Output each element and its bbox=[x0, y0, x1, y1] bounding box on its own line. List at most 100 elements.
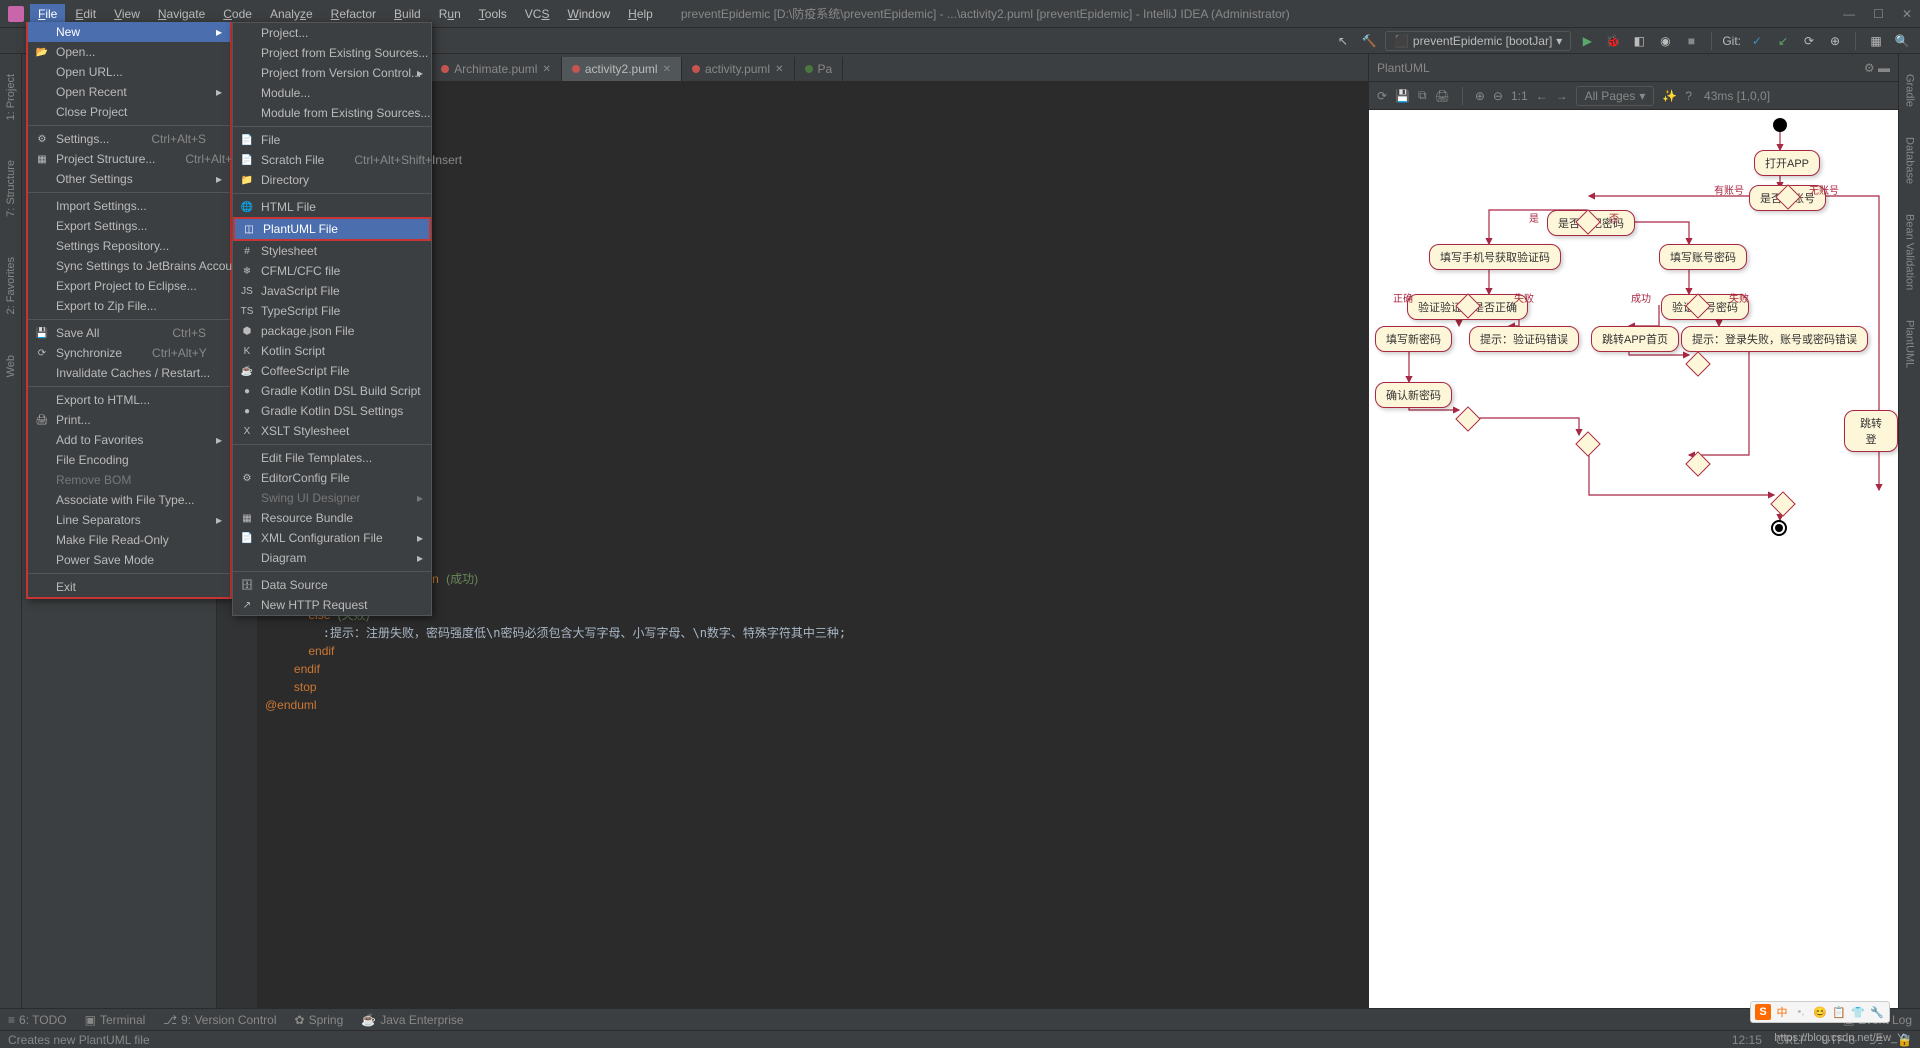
caret-position[interactable]: 12:15 bbox=[1732, 1033, 1762, 1047]
menu-item[interactable]: ↗New HTTP Request bbox=[233, 595, 431, 615]
menu-item[interactable]: Edit File Templates... bbox=[233, 448, 431, 468]
maximize-icon[interactable]: ☐ bbox=[1873, 7, 1884, 21]
menu-help[interactable]: Help bbox=[620, 4, 661, 24]
menu-edit[interactable]: Edit bbox=[67, 4, 104, 24]
copy-icon[interactable]: ⧉ bbox=[1418, 88, 1427, 103]
menu-item[interactable]: Remove BOM bbox=[28, 470, 230, 490]
menu-item[interactable]: Diagram▸ bbox=[233, 548, 431, 568]
tool-spring[interactable]: ✿ Spring bbox=[295, 1013, 344, 1027]
menu-window[interactable]: Window bbox=[559, 4, 618, 24]
pages-selector[interactable]: All Pages ▾ bbox=[1576, 86, 1655, 106]
menu-run[interactable]: Run bbox=[431, 4, 469, 24]
menu-item[interactable]: Line Separators▸ bbox=[28, 510, 230, 530]
tool-database[interactable]: Database bbox=[1904, 137, 1916, 184]
menu-item[interactable]: 📂Open... bbox=[28, 42, 230, 62]
menu-item[interactable]: Module from Existing Sources... bbox=[233, 103, 431, 123]
menu-item[interactable]: Add to Favorites▸ bbox=[28, 430, 230, 450]
menu-item[interactable]: KKotlin Script bbox=[233, 341, 431, 361]
menu-item[interactable]: 📄XML Configuration File▸ bbox=[233, 528, 431, 548]
menu-item[interactable]: ◫PlantUML File bbox=[233, 217, 431, 241]
menu-item[interactable]: Other Settings▸ bbox=[28, 169, 230, 189]
menu-item[interactable]: ☕CoffeeScript File bbox=[233, 361, 431, 381]
menu-item[interactable]: ▦Resource Bundle bbox=[233, 508, 431, 528]
menu-vcs[interactable]: VCS bbox=[517, 4, 558, 24]
tool-bean-validation[interactable]: Bean Validation bbox=[1904, 214, 1916, 290]
menu-item[interactable]: New▸ bbox=[28, 22, 230, 42]
menu-view[interactable]: View bbox=[106, 4, 148, 24]
menu-item[interactable]: XXSLT Stylesheet bbox=[233, 421, 431, 441]
nav-right-icon[interactable]: → bbox=[1556, 89, 1568, 103]
menu-item[interactable]: #Stylesheet bbox=[233, 241, 431, 261]
tool-structure[interactable]: 7: Structure bbox=[5, 160, 17, 217]
menu-file[interactable]: File bbox=[30, 4, 65, 24]
tool-todo[interactable]: ≡ 6: TODO bbox=[8, 1013, 67, 1027]
menu-item[interactable]: JSJavaScript File bbox=[233, 281, 431, 301]
menu-build[interactable]: Build bbox=[386, 4, 429, 24]
editor-tab[interactable]: activity2.puml✕ bbox=[562, 57, 682, 81]
git-history-icon[interactable]: ⊕ bbox=[1825, 31, 1845, 51]
menu-item[interactable]: ⚙Settings...Ctrl+Alt+S bbox=[28, 129, 230, 149]
tool-web[interactable]: Web bbox=[5, 355, 17, 377]
menu-item[interactable]: Sync Settings to JetBrains Account... bbox=[28, 256, 230, 276]
nav-left-icon[interactable]: ← bbox=[1536, 89, 1548, 103]
editor-tab[interactable]: Archimate.puml✕ bbox=[431, 57, 562, 81]
menu-tools[interactable]: Tools bbox=[471, 4, 515, 24]
menu-item[interactable]: Export to HTML... bbox=[28, 390, 230, 410]
menu-item[interactable]: ●Gradle Kotlin DSL Settings bbox=[233, 401, 431, 421]
git-update-icon[interactable]: ✓ bbox=[1747, 31, 1767, 51]
menu-item[interactable]: 🌐HTML File bbox=[233, 197, 431, 217]
editor-tab[interactable]: activity.puml✕ bbox=[682, 57, 795, 81]
menu-item[interactable]: ⚙EditorConfig File bbox=[233, 468, 431, 488]
menu-item[interactable]: Project from Version Control...▸ bbox=[233, 63, 431, 83]
menu-item[interactable]: ❄CFML/CFC file bbox=[233, 261, 431, 281]
menu-item[interactable]: Module... bbox=[233, 83, 431, 103]
save-icon[interactable]: 💾 bbox=[1395, 89, 1410, 103]
menu-item[interactable]: ▦Project Structure...Ctrl+Alt+Shift+S bbox=[28, 149, 230, 169]
menu-item[interactable]: Invalidate Caches / Restart... bbox=[28, 363, 230, 383]
menu-item[interactable]: 📁Directory bbox=[233, 170, 431, 190]
tool-vcs[interactable]: ⎇ 9: Version Control bbox=[163, 1013, 276, 1027]
menu-navigate[interactable]: Navigate bbox=[150, 4, 213, 24]
menu-item[interactable]: Close Project bbox=[28, 102, 230, 122]
menu-item[interactable]: Export to Zip File... bbox=[28, 296, 230, 316]
profile-icon[interactable]: ◉ bbox=[1655, 31, 1675, 51]
wand-icon[interactable]: ✨ bbox=[1662, 89, 1677, 103]
menu-item[interactable]: Project from Existing Sources... bbox=[233, 43, 431, 63]
git-commit-icon[interactable]: ↙ bbox=[1773, 31, 1793, 51]
tab-close-icon[interactable]: ✕ bbox=[775, 64, 783, 75]
tool-terminal[interactable]: ▣ Terminal bbox=[85, 1013, 146, 1027]
ime-toolbar[interactable]: S 中•,😊📋👕🔧 bbox=[1750, 1001, 1890, 1023]
menu-item[interactable]: 💾Save AllCtrl+S bbox=[28, 323, 230, 343]
print-icon[interactable]: 🖨 bbox=[1435, 89, 1450, 103]
menu-item[interactable]: Import Settings... bbox=[28, 196, 230, 216]
hammer-icon[interactable]: 🔨 bbox=[1359, 31, 1379, 51]
menu-item[interactable]: Settings Repository... bbox=[28, 236, 230, 256]
back-icon[interactable]: ↖ bbox=[1333, 31, 1353, 51]
menu-item[interactable]: File Encoding bbox=[28, 450, 230, 470]
menu-item[interactable]: Associate with File Type... bbox=[28, 490, 230, 510]
menu-item[interactable]: TSTypeScript File bbox=[233, 301, 431, 321]
menu-item[interactable]: Exit bbox=[28, 577, 230, 597]
menu-code[interactable]: Code bbox=[215, 4, 260, 24]
tool-gradle[interactable]: Gradle bbox=[1904, 74, 1916, 107]
menu-analyze[interactable]: Analyze bbox=[262, 4, 321, 24]
menu-refactor[interactable]: Refactor bbox=[323, 4, 384, 24]
run-config-selector[interactable]: ⬛ preventEpidemic [bootJar] ▾ bbox=[1385, 31, 1571, 51]
tab-close-icon[interactable]: ✕ bbox=[663, 64, 671, 75]
tool-java-ee[interactable]: ☕ Java Enterprise bbox=[361, 1013, 463, 1027]
search-icon[interactable]: 🔍 bbox=[1892, 31, 1912, 51]
help-icon[interactable]: ? bbox=[1685, 89, 1692, 103]
file-menu-dropdown[interactable]: New▸📂Open...Open URL...Open Recent▸Close… bbox=[26, 22, 232, 599]
structure-icon[interactable]: ▦ bbox=[1866, 31, 1886, 51]
menu-item[interactable]: 📄File bbox=[233, 130, 431, 150]
debug-icon[interactable]: 🐞 bbox=[1603, 31, 1623, 51]
new-submenu-dropdown[interactable]: Project...Project from Existing Sources.… bbox=[232, 22, 432, 616]
menu-item[interactable]: Export Project to Eclipse... bbox=[28, 276, 230, 296]
menu-item[interactable]: Open Recent▸ bbox=[28, 82, 230, 102]
menu-item[interactable]: 📄Scratch FileCtrl+Alt+Shift+Insert bbox=[233, 150, 431, 170]
menu-item[interactable]: ⬢package.json File bbox=[233, 321, 431, 341]
stop-icon[interactable]: ■ bbox=[1681, 31, 1701, 51]
tool-plantuml[interactable]: PlantUML bbox=[1904, 320, 1916, 368]
run-icon[interactable]: ▶ bbox=[1577, 31, 1597, 51]
menu-item[interactable]: 🗄Data Source bbox=[233, 575, 431, 595]
